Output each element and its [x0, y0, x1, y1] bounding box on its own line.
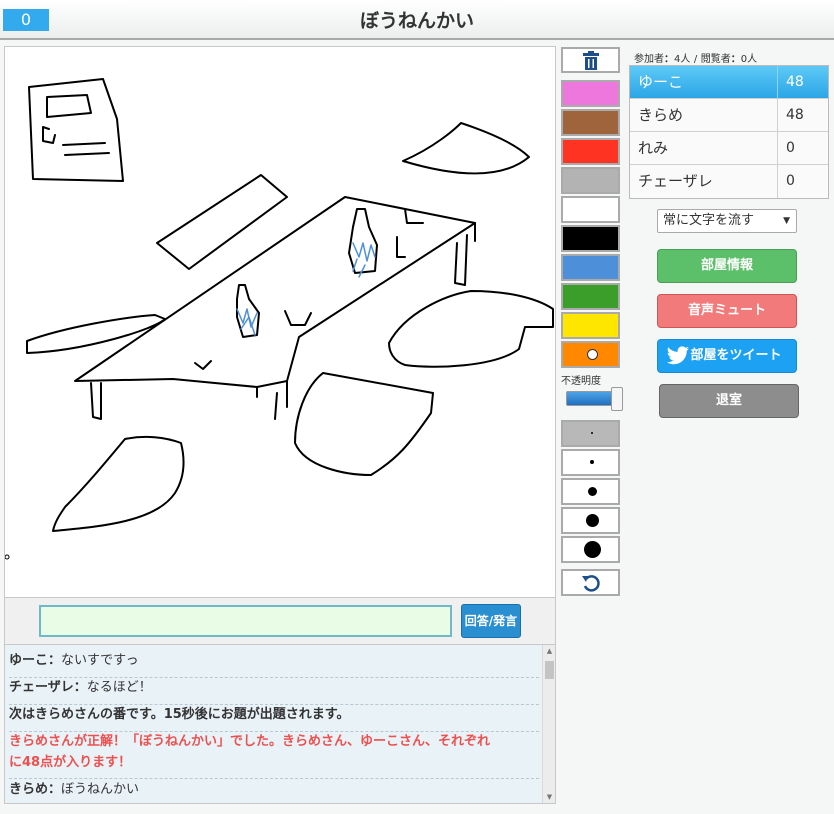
mute-button[interactable]: 音声ミュート	[657, 294, 797, 328]
color-swatch[interactable]	[561, 312, 620, 339]
selected-indicator-icon	[587, 349, 598, 360]
scroll-thumb[interactable]	[545, 661, 554, 679]
opacity-slider[interactable]	[566, 387, 624, 411]
room-info-button[interactable]: 部屋情報	[657, 249, 797, 283]
chat-message: きらめ：ぼうねんかい	[9, 782, 140, 797]
chevron-down-icon: ▼	[783, 216, 790, 226]
color-swatch[interactable]	[561, 80, 620, 107]
chat-message: ゆーこ：ないすですっ	[9, 650, 539, 678]
undo-icon	[581, 575, 600, 592]
color-swatch[interactable]	[561, 341, 620, 368]
pen-size-4[interactable]	[561, 507, 620, 534]
chat-correct-message: きらめさんが正解！「ぼうねんかい」でした。きらめさん、ゆーこさん、それぞれ に4…	[9, 731, 539, 779]
opacity-label: 不透明度	[561, 376, 601, 387]
color-swatch[interactable]	[561, 138, 620, 165]
chat-system-message: 次はきらめさんの番です。15秒後にお題が出題されます。	[9, 704, 539, 732]
color-swatch[interactable]	[561, 167, 620, 194]
player-name: きらめ	[638, 106, 684, 124]
player-name: ゆーこ	[638, 73, 684, 91]
player-row: れみ 0	[630, 132, 828, 165]
pen-size-dot	[590, 460, 594, 464]
scroll-down-icon[interactable]: ▼	[543, 793, 555, 801]
undo-button[interactable]	[561, 569, 620, 596]
answer-submit-button[interactable]: 回答/発言	[461, 604, 521, 638]
page-title: ぼうねんかい	[359, 10, 474, 32]
answer-row: 回答/発言	[4, 598, 556, 644]
pen-size-5[interactable]	[561, 536, 620, 563]
answer-input[interactable]	[39, 605, 452, 637]
chat-log[interactable]: ゆーこ：ないすですっ チェーザレ：なるほど！ 次はきらめさんの番です。15秒後に…	[4, 644, 556, 804]
player-score: 48	[777, 66, 829, 99]
pen-size-dot	[588, 487, 597, 496]
pen-size-dot	[591, 432, 593, 434]
scroll-up-icon[interactable]: ▲	[543, 647, 555, 655]
pen-size-dot	[584, 541, 601, 558]
player-name: チェーザレ	[638, 172, 713, 190]
pen-size-2[interactable]	[561, 449, 620, 476]
player-row: チェーザレ 0	[630, 165, 828, 198]
color-swatch[interactable]	[561, 225, 620, 252]
player-score: 0	[777, 165, 829, 198]
twitter-bird-icon	[667, 346, 689, 365]
pen-size-3[interactable]	[561, 478, 620, 505]
opacity-handle[interactable]	[611, 387, 623, 411]
player-name: れみ	[638, 139, 669, 157]
player-list: ゆーこ 48 きらめ 48 れみ 0 チェーザレ 0	[629, 65, 829, 199]
header: 0 ぼうねんかい	[0, 0, 834, 40]
pen-size-dot	[586, 514, 599, 527]
pen-size-1[interactable]	[561, 420, 620, 447]
clear-canvas-button[interactable]	[561, 47, 620, 73]
color-swatch[interactable]	[561, 109, 620, 136]
tweet-room-button[interactable]: 部屋をツイート	[657, 339, 797, 373]
drawing-strokes	[5, 78, 554, 560]
player-row: きらめ 48	[630, 99, 828, 132]
chat-scrollbar[interactable]: ▲ ▼	[542, 645, 555, 803]
chat-message: チェーザレ：なるほど！	[9, 677, 539, 705]
player-row: ゆーこ 48	[630, 66, 828, 99]
player-score: 48	[777, 99, 829, 132]
player-score: 0	[777, 132, 829, 165]
exit-room-button[interactable]: 退室	[659, 384, 799, 418]
color-swatch[interactable]	[561, 283, 620, 310]
text-scroll-select[interactable]: 常に文字を流す ▼	[657, 209, 797, 233]
trash-icon	[582, 51, 599, 70]
drawing-canvas[interactable]	[4, 46, 556, 598]
color-swatch[interactable]	[561, 196, 620, 223]
participant-summary: 参加者：4人 / 閲覧者：0人	[634, 54, 758, 65]
color-swatch[interactable]	[561, 254, 620, 281]
